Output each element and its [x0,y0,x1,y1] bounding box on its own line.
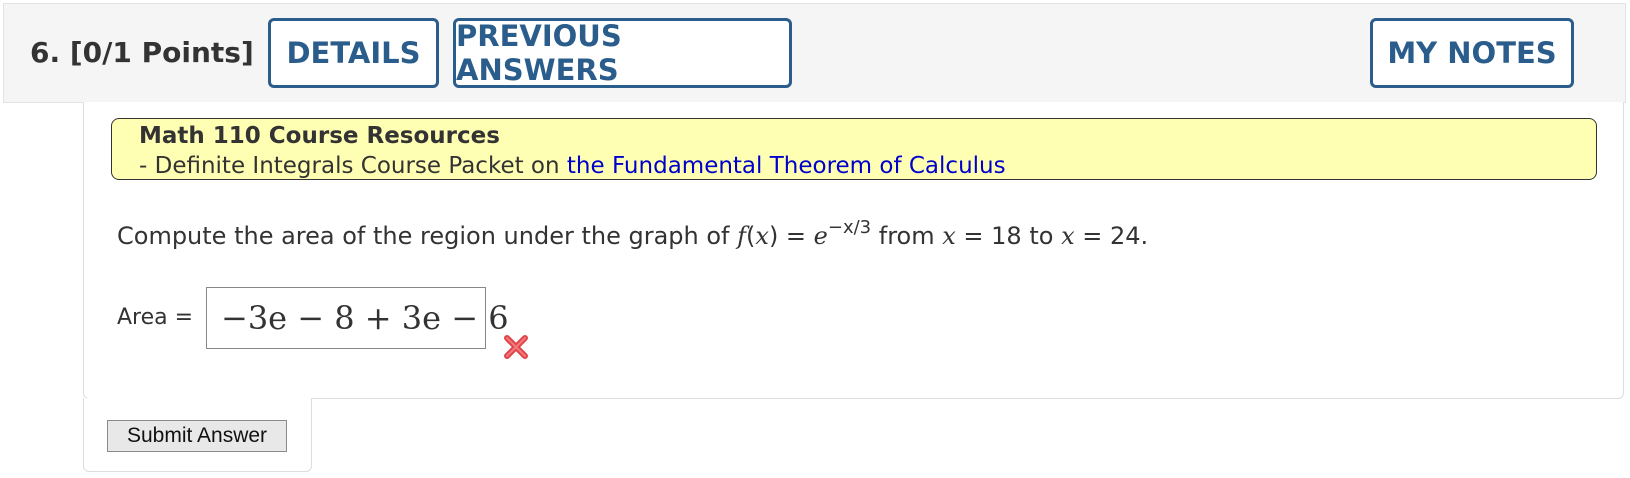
resources-prefix: - Definite Integrals Course Packet on [139,153,567,179]
question-text-part: ) = [768,222,814,250]
question-text: Compute the area of the region under the… [117,217,1149,250]
question-text-part: = 18 to [955,222,1062,250]
previous-answers-button[interactable]: PREVIOUS ANSWERS [453,18,792,88]
ftc-link[interactable]: the Fundamental Theorem of Calculus [567,153,1006,179]
question-text-part: ( [746,222,756,250]
area-answer-input[interactable]: −3e − 8 + 3e − 6 [206,287,509,349]
question-text-part: = 24. [1074,222,1149,250]
question-text-part: from [871,222,943,250]
question-points-label: 6. [0/1 Points] [30,36,254,69]
resources-line: - Definite Integrals Course Packet on th… [139,151,1596,181]
area-label: Area = [117,305,194,330]
submit-answer-button[interactable]: Submit Answer [107,420,287,452]
euler-e: e [813,222,828,250]
variable-x: x [942,222,956,250]
my-notes-button[interactable]: MY NOTES [1370,18,1574,88]
x-mark-icon [504,335,528,359]
function-name: f [737,222,747,250]
variable-x: x [755,222,769,250]
question-text-part: Compute the area of the region under the… [117,222,738,250]
course-resources-box: Math 110 Course Resources - Definite Int… [111,118,1597,180]
variable-x: x [1061,222,1075,250]
resources-title: Math 110 Course Resources [139,123,500,149]
details-button[interactable]: DETAILS [268,18,439,88]
exponent: −x/3 [827,217,872,238]
